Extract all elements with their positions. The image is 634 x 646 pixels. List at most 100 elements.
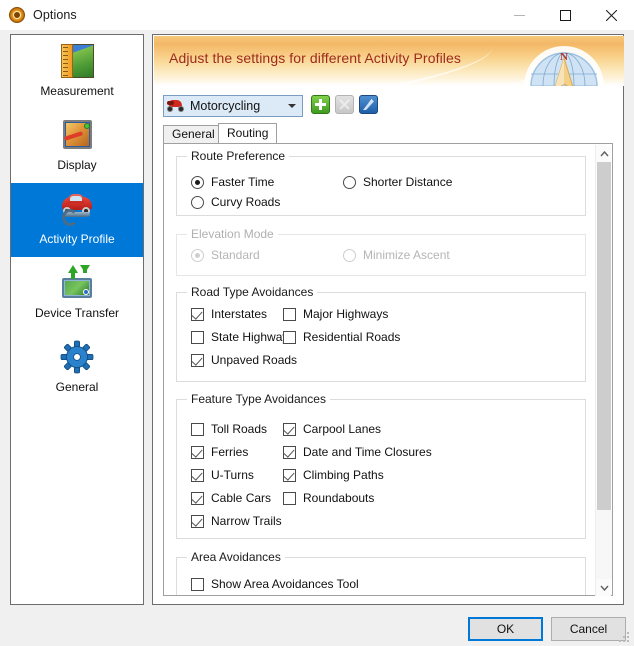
checkbox-interstates[interactable]: Interstates — [191, 307, 267, 321]
checkbox-roundabouts[interactable]: Roundabouts — [283, 491, 374, 505]
checkbox-indicator — [283, 330, 296, 344]
settings-panel: N Adjust the settings for different Acti… — [152, 34, 624, 605]
scroll-viewport: Route Preference Faster Time Shorter Dis… — [164, 144, 596, 595]
ok-button[interactable]: OK — [468, 617, 543, 641]
checkbox-indicator — [283, 307, 296, 321]
checkbox-indicator — [283, 468, 296, 482]
group-road-type-avoidances: Road Type Avoidances Interstates Major H… — [176, 285, 586, 382]
checkbox-ferries[interactable]: Ferries — [191, 445, 248, 459]
option-label: Cable Cars — [211, 491, 272, 505]
checkbox-major-highways[interactable]: Major Highways — [283, 307, 388, 321]
checkbox-unpaved-roads[interactable]: Unpaved Roads — [191, 353, 297, 367]
cancel-button[interactable]: Cancel — [551, 617, 626, 641]
option-label: Narrow Trails — [211, 514, 282, 528]
group-feature-type-avoidances: Feature Type Avoidances Toll Roads Carpo… — [176, 392, 586, 539]
checkbox-indicator — [191, 307, 204, 321]
option-label: Minimize Ascent — [363, 248, 450, 262]
checkbox-residential-roads[interactable]: Residential Roads — [283, 330, 400, 344]
compass-icon — [9, 7, 25, 23]
sidebar-item-label: General — [55, 380, 99, 394]
banner-title: Adjust the settings for different Activi… — [169, 50, 461, 66]
tab-routing[interactable]: Routing — [218, 123, 278, 143]
sidebar-item-display[interactable]: Display — [11, 109, 143, 183]
option-label: Interstates — [211, 307, 268, 321]
group-route-preference: Route Preference Faster Time Shorter Dis… — [176, 149, 586, 216]
activity-profile-value: Motorcycling — [190, 99, 261, 113]
checkbox-climbing-paths[interactable]: Climbing Paths — [283, 468, 384, 482]
checkbox-indicator — [191, 577, 204, 591]
checkbox-indicator — [283, 422, 296, 436]
checkbox-u-turns[interactable]: U-Turns — [191, 468, 254, 482]
minimize-icon[interactable] — [496, 0, 542, 30]
checkbox-cable-cars[interactable]: Cable Cars — [191, 491, 271, 505]
edit-profile-button[interactable] — [359, 95, 378, 114]
dialog-footer: OK Cancel — [0, 613, 634, 646]
option-label: U-Turns — [211, 468, 254, 482]
radio-indicator — [343, 248, 356, 262]
chevron-down-icon[interactable] — [596, 579, 612, 596]
chevron-down-icon — [288, 104, 296, 108]
radio-indicator — [191, 248, 204, 262]
sidebar-item-device-transfer[interactable]: Device Transfer — [11, 257, 143, 331]
checkbox-indicator — [191, 353, 204, 367]
sidebar-item-label: Display — [57, 158, 97, 172]
checkbox-show-area-avoidances-tool[interactable]: Show Area Avoidances Tool — [191, 577, 359, 591]
group-title: Route Preference — [187, 149, 290, 163]
picture-map-icon — [58, 116, 96, 154]
checkbox-date-and-time-closures[interactable]: Date and Time Closures — [283, 445, 432, 459]
checkbox-narrow-trails[interactable]: Narrow Trails — [191, 514, 282, 528]
radio-shorter-distance[interactable]: Shorter Distance — [343, 175, 452, 189]
tab-general[interactable]: General — [163, 125, 224, 143]
sidebar-item-label: Measurement — [40, 84, 114, 98]
radio-curvy-roads[interactable]: Curvy Roads — [191, 195, 280, 209]
group-title: Feature Type Avoidances — [187, 392, 330, 406]
window-title: Options — [33, 8, 77, 22]
checkbox-indicator — [191, 422, 204, 436]
radio-standard: Standard — [191, 248, 260, 262]
checkbox-carpool-lanes[interactable]: Carpool Lanes — [283, 422, 381, 436]
sidebar-item-general[interactable]: General — [11, 331, 143, 405]
option-label: Residential Roads — [303, 330, 401, 344]
title-bar: Options — [0, 0, 634, 30]
resize-grip[interactable] — [619, 632, 631, 644]
laptop-transfer-icon — [58, 264, 96, 302]
option-label: Climbing Paths — [303, 468, 384, 482]
sidebar-item-measurement[interactable]: Measurement — [11, 35, 143, 109]
checkbox-indicator — [191, 468, 204, 482]
radio-indicator — [191, 195, 204, 209]
chevron-up-icon[interactable] — [596, 145, 612, 162]
car-wrench-icon — [58, 190, 96, 228]
scrollbar-thumb[interactable] — [597, 162, 611, 510]
option-label: Unpaved Roads — [211, 353, 298, 367]
ruler-map-icon — [58, 42, 96, 80]
activity-profile-select[interactable]: Motorcycling — [163, 95, 303, 117]
checkbox-indicator — [191, 514, 204, 528]
radio-indicator — [191, 175, 204, 189]
delete-profile-button[interactable] — [335, 95, 354, 114]
close-icon[interactable] — [588, 0, 634, 30]
sidebar-item-label: Device Transfer — [34, 306, 120, 320]
vertical-scrollbar[interactable] — [595, 145, 612, 596]
maximize-icon[interactable] — [542, 0, 588, 30]
checkbox-indicator — [191, 491, 204, 505]
add-profile-button[interactable] — [311, 95, 330, 114]
group-area-avoidances: Area Avoidances Show Area Avoidances Too… — [176, 550, 586, 595]
checkbox-state-highways[interactable]: State Highways — [191, 330, 294, 344]
scrollbar-track[interactable] — [596, 510, 612, 579]
sidebar: Measurement Display Activity Profile Dev… — [10, 34, 144, 605]
option-label: Faster Time — [211, 175, 275, 189]
sidebar-item-activity-profile[interactable]: Activity Profile — [11, 183, 143, 257]
checkbox-indicator — [191, 330, 204, 344]
group-title: Road Type Avoidances — [187, 285, 318, 299]
option-label: Standard — [211, 248, 260, 262]
pencil-icon — [363, 99, 374, 110]
compass-rose-graphic: N — [522, 44, 606, 86]
window-controls — [496, 0, 634, 30]
option-label: Carpool Lanes — [303, 422, 382, 436]
gear-icon — [58, 338, 96, 376]
radio-faster-time[interactable]: Faster Time — [191, 175, 274, 189]
option-label: Ferries — [211, 445, 249, 459]
motorcycle-icon — [166, 98, 186, 114]
checkbox-toll-roads[interactable]: Toll Roads — [191, 422, 267, 436]
option-label: Major Highways — [303, 307, 389, 321]
